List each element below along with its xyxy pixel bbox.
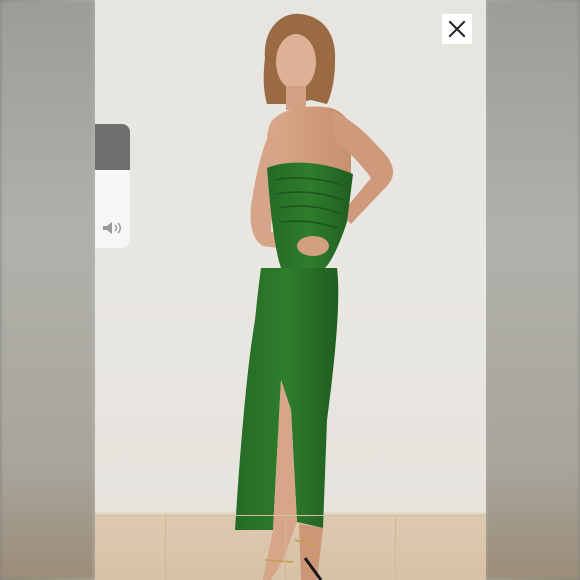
backdrop-left [0, 0, 95, 580]
model-illustration [235, 13, 394, 580]
media-viewer [0, 0, 580, 580]
close-button[interactable] [442, 14, 472, 44]
volume-slider[interactable] [95, 124, 130, 248]
backdrop-right [485, 0, 580, 580]
close-icon [448, 20, 466, 38]
speaker-icon [103, 222, 121, 234]
product-photo [95, 0, 486, 580]
volume-level-fill [95, 124, 130, 170]
